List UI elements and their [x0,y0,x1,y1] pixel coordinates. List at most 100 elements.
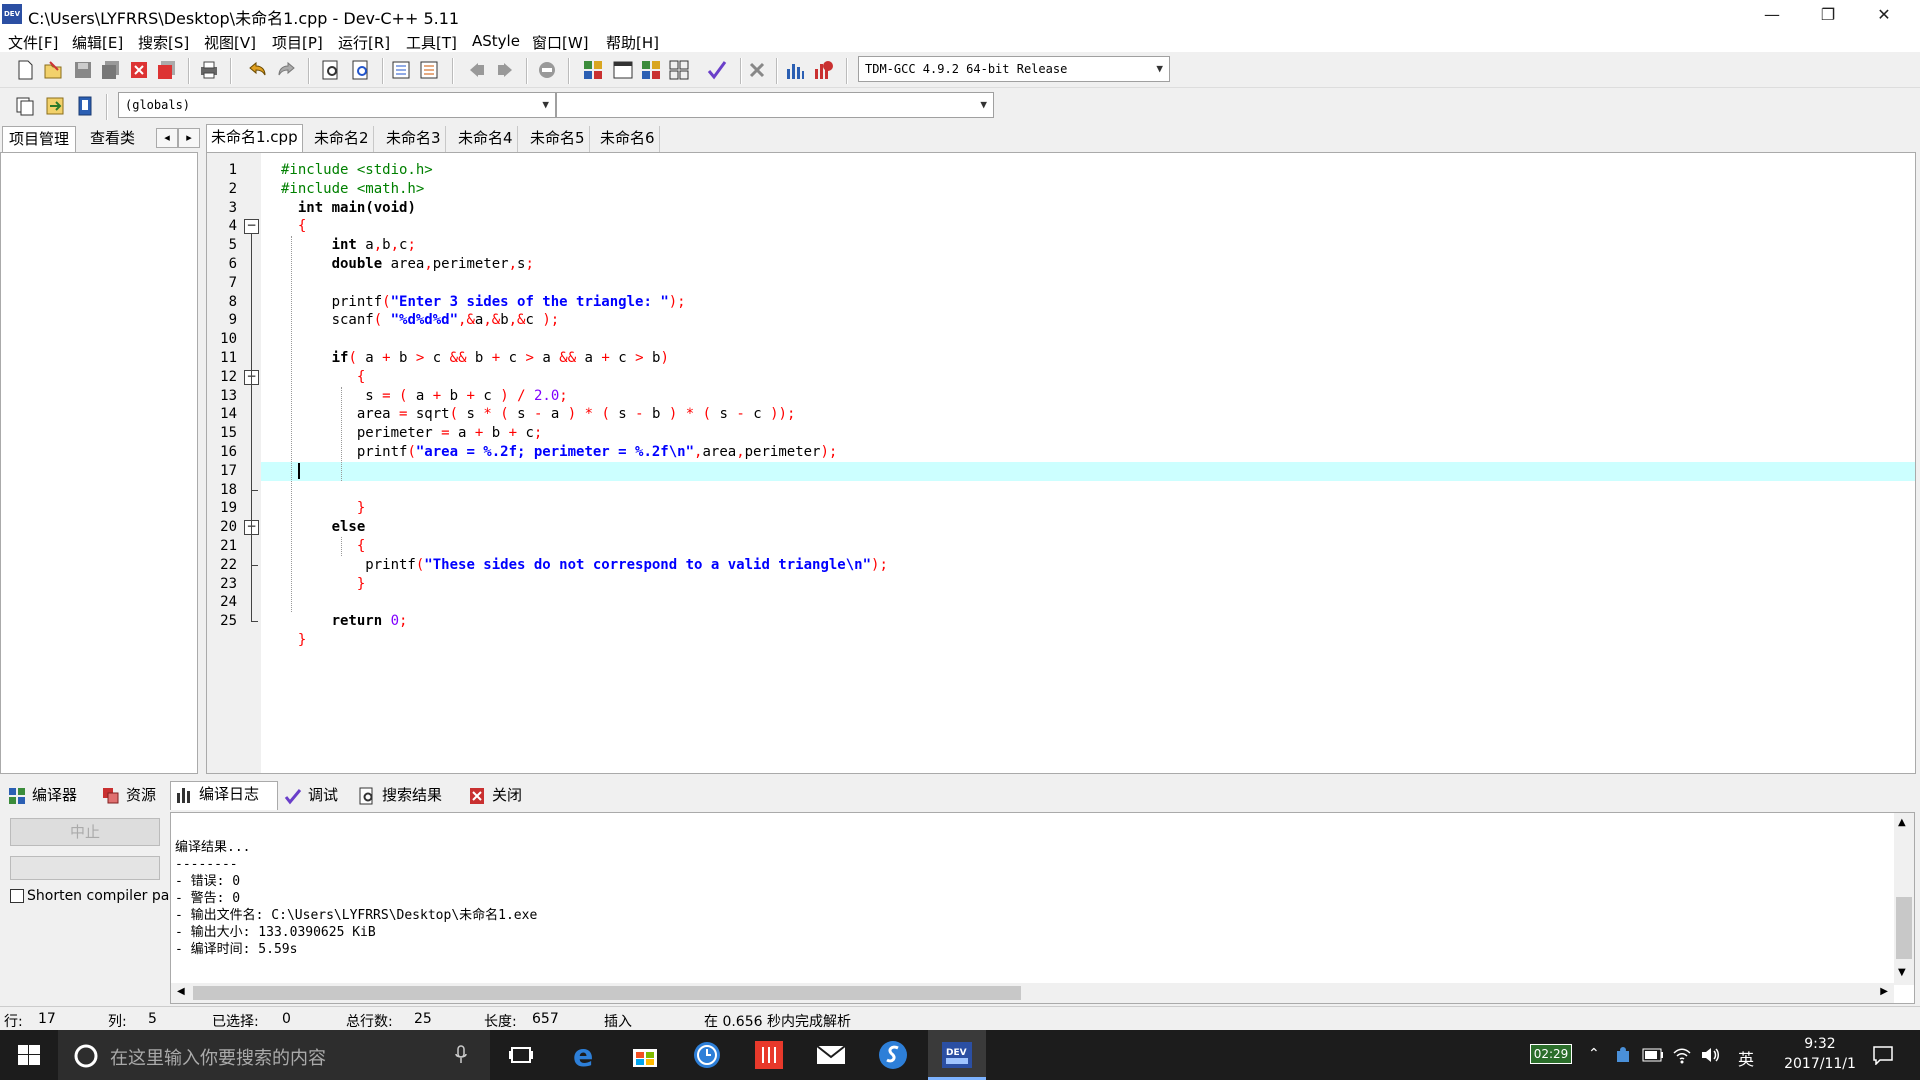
menu-help[interactable]: 帮助[H] [606,32,659,53]
tab-file-4[interactable]: 未命名4 [454,126,518,152]
stop-execution-icon[interactable] [746,59,768,81]
close-all-icon[interactable] [156,59,178,81]
tab-close[interactable]: 关闭 [464,783,522,809]
input-language-indicator[interactable]: 英 [1738,1046,1754,1070]
menu-tools[interactable]: 工具[T] [406,32,457,53]
code-line[interactable]: } [261,631,1915,650]
scroll-left-icon[interactable]: ◀ [177,986,185,997]
menu-project[interactable]: 项目[P] [272,32,323,53]
tab-search-results[interactable]: 搜索结果 [354,783,442,809]
menu-view[interactable]: 视图[V] [204,32,256,53]
battery-timer-badge[interactable]: 02:29 [1530,1044,1572,1064]
task-view-icon[interactable] [504,1038,538,1072]
code-line[interactable]: int main(void) [261,199,1915,218]
minimize-button[interactable]: — [1744,0,1800,30]
action-center-icon[interactable] [1872,1045,1894,1065]
tab-compile-log[interactable]: 编译日志 [170,781,278,810]
redo-icon[interactable] [276,59,298,81]
find-icon[interactable] [320,59,342,81]
code-line[interactable]: else [261,518,1915,537]
replace-icon[interactable] [350,59,372,81]
tab-file-6[interactable]: 未命名6 [596,126,660,152]
tab-compiler[interactable]: 编译器 [4,783,77,809]
stop-button[interactable]: 中止 [10,818,160,846]
volume-icon[interactable] [1700,1046,1720,1064]
people-tray-icon[interactable] [1614,1046,1632,1064]
menu-edit[interactable]: 编辑[E] [72,32,123,53]
code-line[interactable]: { [261,217,1915,236]
print-icon[interactable] [198,59,220,81]
code-line[interactable] [261,481,1915,500]
battery-icon[interactable] [1642,1048,1664,1062]
office-app-icon[interactable] [752,1038,786,1072]
code-line[interactable]: } [261,499,1915,518]
tab-scroll-right[interactable]: ▸ [178,128,200,148]
menu-window[interactable]: 窗口[W] [532,32,589,53]
clock-date[interactable]: 2017/11/1 [1770,1056,1870,1072]
delete-profile-icon[interactable] [812,59,834,81]
start-button[interactable] [0,1030,58,1080]
tab-scroll-left[interactable]: ◂ [156,128,178,148]
compile-icon[interactable] [582,59,604,81]
code-line[interactable]: s = ( a + b + c ) / 2.0; [261,387,1915,406]
code-line[interactable] [261,593,1915,612]
fold-toggle-icon[interactable]: − [244,219,259,235]
checkbox-box[interactable] [10,889,24,903]
compiler-select[interactable]: TDM-GCC 4.9.2 64-bit Release ▼ [858,56,1170,82]
code-line[interactable]: return 0; [261,612,1915,631]
run-icon[interactable] [612,59,634,81]
code-line[interactable]: #include <stdio.h> [261,161,1915,180]
code-editor[interactable]: 1 2 3 4 5 6 7 8 9 10 11 12 13 14 15 16 17 18 19 20 21 22 23 24 2… [206,152,1916,774]
clock-time[interactable]: 9:32 [1790,1036,1850,1052]
taskbar-devcpp-active[interactable]: DEV [928,1030,986,1080]
code-line[interactable]: perimeter = a + b + c; [261,424,1915,443]
tab-file-2[interactable]: 未命名2 [310,126,374,152]
close-button[interactable]: ✕ [1856,0,1912,30]
code-line[interactable]: { [261,368,1915,387]
member-select[interactable]: ▼ [556,92,994,118]
code-line[interactable]: printf("area = %.2f; perimeter = %.2f\n"… [261,443,1915,462]
compile-log-output[interactable]: 编译结果... -------- - 错误: 0 - 警告: 0 - 输出文件名… [170,812,1915,1004]
tray-expand-icon[interactable]: ⌃ [1588,1046,1600,1062]
undo-icon[interactable] [246,59,268,81]
tab-file-5[interactable]: 未命名5 [526,126,590,152]
code-line[interactable]: printf("These sides do not correspond to… [261,556,1915,575]
menu-search[interactable]: 搜索[S] [138,32,189,53]
unindent-icon[interactable] [418,59,440,81]
scroll-down-icon[interactable]: ▼ [1898,967,1906,978]
scope-select[interactable]: (globals) ▼ [118,92,556,118]
mail-icon[interactable] [814,1038,848,1072]
goto-line-icon[interactable] [536,59,558,81]
code-line[interactable]: { [261,537,1915,556]
scroll-up-icon[interactable]: ▲ [1898,817,1906,828]
sogou-input-icon[interactable] [876,1038,910,1072]
clock-app-icon[interactable] [690,1038,724,1072]
code-line[interactable]: area = sqrt( s * ( s - a ) * ( s - b ) *… [261,405,1915,424]
microphone-icon[interactable] [454,1045,468,1065]
save-icon[interactable] [72,59,94,81]
code-line[interactable] [261,274,1915,293]
wifi-icon[interactable] [1672,1046,1692,1064]
open-file-icon[interactable] [42,59,64,81]
insert-icon[interactable] [14,95,36,117]
code-line[interactable]: double area,perimeter,s; [261,255,1915,274]
tab-class-browser[interactable]: 查看类 [84,126,141,152]
rebuild-icon[interactable] [668,59,690,81]
indent-icon[interactable] [390,59,412,81]
edge-browser-icon[interactable]: e [568,1038,602,1072]
forward-icon[interactable] [494,59,516,81]
code-line[interactable]: } [261,575,1915,594]
code-line[interactable]: scanf( "%d%d%d",&a,&b,&c ); [261,311,1915,330]
log-horizontal-scrollbar[interactable]: ◀ ▶ [171,983,1894,1003]
scrollbar-thumb[interactable] [193,986,1021,1000]
tab-resources[interactable]: 资源 [98,783,156,809]
code-line[interactable]: if( a + b > c && b + c > a && a + c > b) [261,349,1915,368]
close-file-icon[interactable] [128,59,150,81]
log-vertical-scrollbar[interactable]: ▲ ▼ [1894,813,1914,985]
scroll-right-icon[interactable]: ▶ [1880,986,1888,997]
tab-debug[interactable]: 调试 [280,783,338,809]
code-line[interactable]: int a,b,c; [261,236,1915,255]
project-tree-panel[interactable] [0,152,198,774]
toggle-bookmark-icon[interactable] [44,95,66,117]
menu-file[interactable]: 文件[F] [8,32,58,53]
